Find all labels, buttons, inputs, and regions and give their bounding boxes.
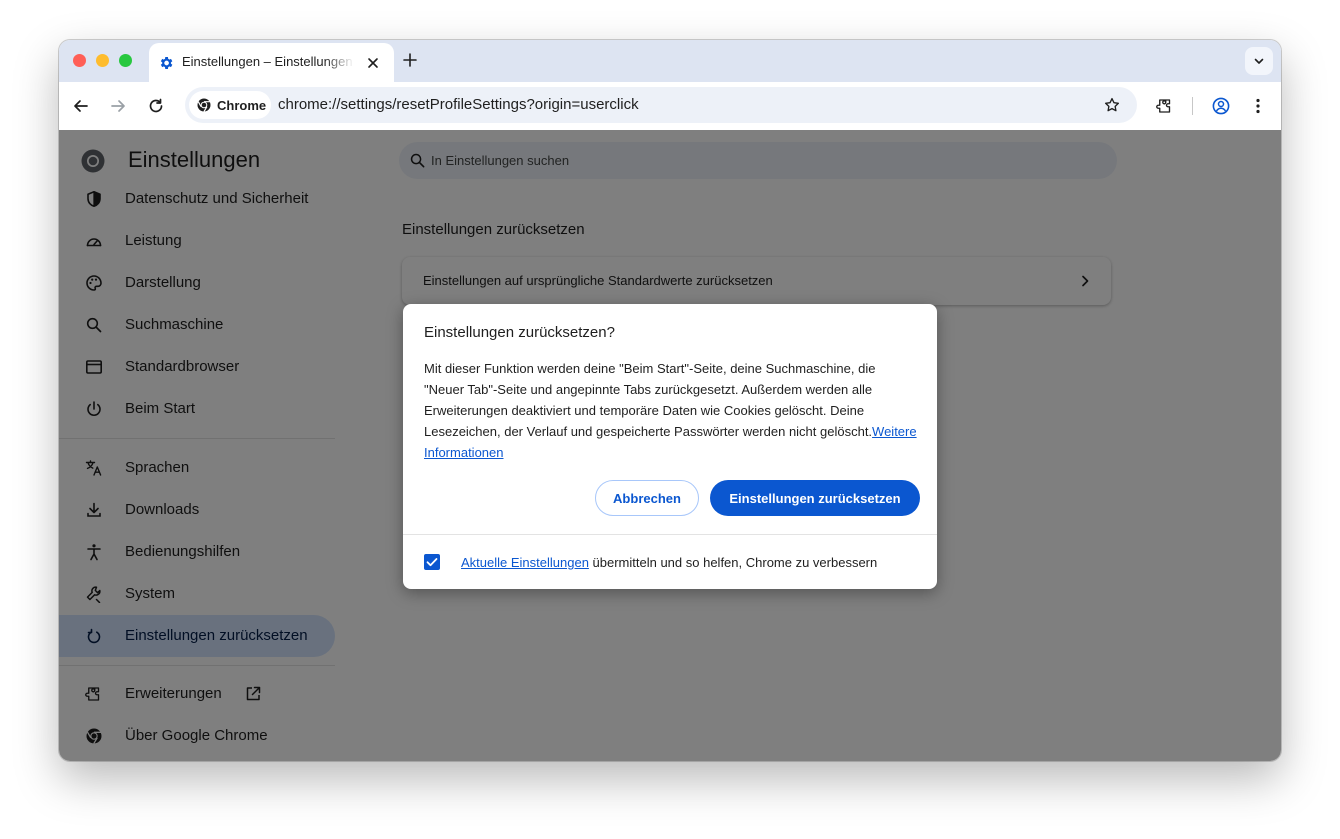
- settings-page: Einstellungen Datenschutz und Sicherheit…: [59, 130, 1281, 761]
- checkmark-icon: [424, 554, 440, 570]
- back-arrow-icon[interactable]: [72, 97, 90, 115]
- bookmark-star-icon[interactable]: [1103, 96, 1121, 114]
- tab-search-button[interactable]: [1245, 47, 1273, 75]
- new-tab-icon[interactable]: [402, 52, 418, 68]
- reload-icon[interactable]: [147, 97, 165, 115]
- address-bar[interactable]: Chrome chrome://settings/resetProfileSet…: [185, 87, 1137, 123]
- toolbar: Chrome chrome://settings/resetProfileSet…: [59, 82, 1281, 130]
- dialog-body-text: Mit dieser Funktion werden deine "Beim S…: [424, 361, 876, 439]
- tab-settings[interactable]: Einstellungen – Einstellungen: [149, 43, 394, 82]
- close-tab-icon[interactable]: [365, 55, 381, 71]
- dialog-divider: [403, 534, 937, 535]
- forward-arrow-icon[interactable]: [109, 97, 127, 115]
- url-text[interactable]: chrome://settings/resetProfileSettings?o…: [278, 96, 639, 113]
- minimize-window-button[interactable]: [96, 54, 109, 67]
- checkbox-label-text: übermitteln und so helfen, Chrome zu ver…: [588, 555, 878, 570]
- puzzle-icon[interactable]: [1156, 97, 1174, 115]
- cancel-button[interactable]: Abbrechen: [595, 480, 699, 516]
- browser-window: Einstellungen – Einstellungen Chrome chr…: [59, 40, 1281, 761]
- chip-label: Chrome: [217, 98, 267, 113]
- dialog-body: Mit dieser Funktion werden deine "Beim S…: [424, 358, 919, 463]
- reset-settings-button[interactable]: Einstellungen zurücksetzen: [710, 480, 920, 516]
- close-window-button[interactable]: [73, 54, 86, 67]
- checkbox-label: Aktuelle Einstellungen übermitteln und s…: [461, 555, 877, 570]
- site-info-chip[interactable]: Chrome: [189, 91, 271, 119]
- send-settings-checkbox[interactable]: [424, 554, 440, 570]
- dialog-title: Einstellungen zurücksetzen?: [424, 324, 615, 341]
- chrome-icon: [197, 98, 211, 112]
- more-menu-icon[interactable]: [1249, 97, 1267, 115]
- settings-gear-icon: [158, 55, 174, 71]
- current-settings-link[interactable]: Aktuelle Einstellungen: [461, 555, 589, 570]
- maximize-window-button[interactable]: [119, 54, 132, 67]
- reset-settings-dialog: Einstellungen zurücksetzen? Mit dieser F…: [403, 304, 937, 589]
- chevron-down-icon: [1253, 55, 1265, 67]
- tab-strip: Einstellungen – Einstellungen: [59, 40, 1281, 82]
- profile-avatar-icon[interactable]: [1212, 97, 1230, 115]
